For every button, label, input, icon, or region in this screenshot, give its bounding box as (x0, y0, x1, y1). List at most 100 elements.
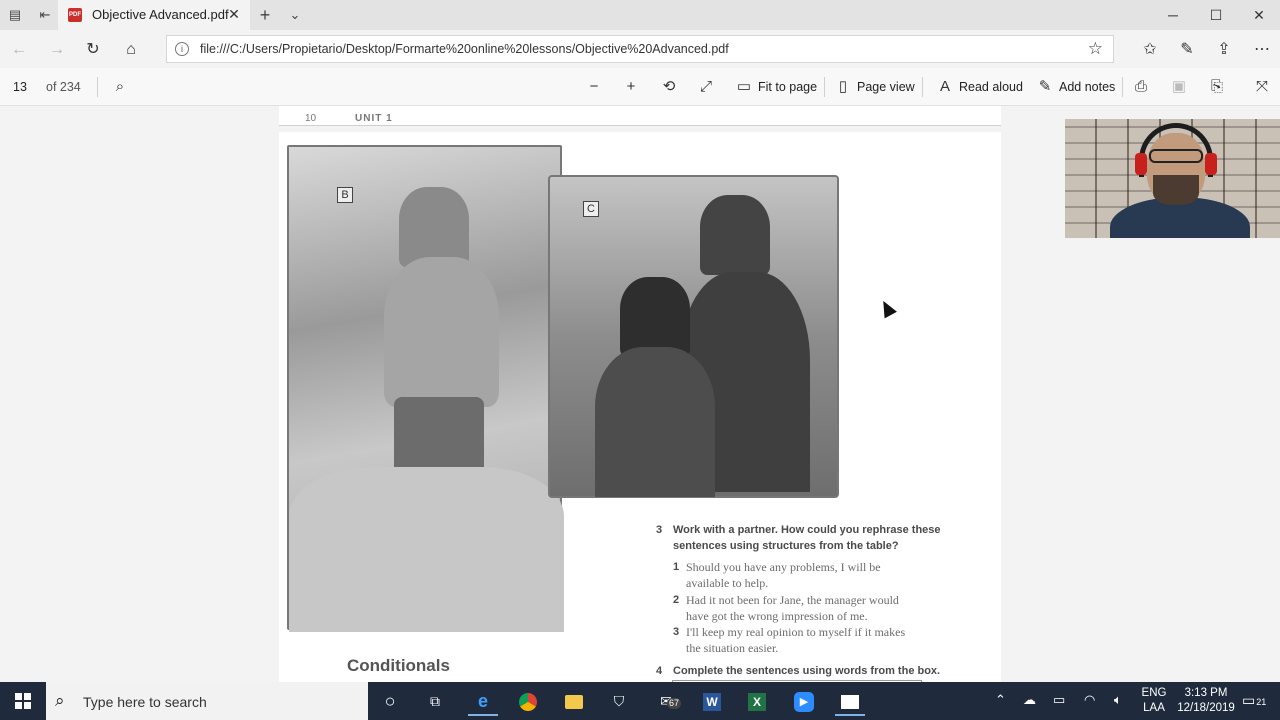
edge-icon[interactable]: e (468, 686, 498, 716)
chevron-down-icon[interactable]: ⌄ (286, 6, 304, 24)
page-number: 10 (305, 113, 317, 124)
back-icon[interactable]: ← (8, 39, 30, 61)
headset-earcup (1205, 153, 1217, 175)
close-tab-icon[interactable]: ✕ (226, 6, 242, 22)
minimize-button[interactable]: ─ (1163, 5, 1183, 25)
home-icon[interactable]: ⌂ (120, 39, 142, 61)
pdf-toolbar: 13 of 234 ⌕ − + ⟲ ⤢ ▭ Fit to page ▯ Page… (0, 68, 1280, 106)
exercise-4-heading: Complete the sentences using words from … (673, 665, 941, 677)
exercise-3-heading-line2: sentences using structures from the tabl… (673, 540, 899, 552)
pdf-icon: PDF (68, 8, 82, 22)
pin-toolbar-icon[interactable]: ⤧ (1252, 77, 1272, 97)
woman-left-body (595, 347, 715, 497)
fit-to-page-icon[interactable]: ▭ (734, 77, 754, 97)
add-notes-icon[interactable]: ✎ (1035, 77, 1055, 97)
exercise-3-number: 3 (656, 524, 663, 536)
navigation-bar: ← → ↻ ⌂ i file:///C:/Users/Propietario/D… (0, 30, 1280, 68)
zoom-in-icon[interactable]: + (621, 77, 641, 97)
webcam-overlay (1065, 119, 1280, 238)
pdf-page: B C 3 Work with a partner. How could you… (279, 132, 1001, 682)
forward-icon[interactable]: → (46, 39, 68, 61)
photos-icon[interactable] (835, 686, 865, 716)
item-number: 1 (673, 561, 680, 573)
search-icon: ⌕ (55, 691, 65, 710)
taskbar: ⌕ Type here to search ○ ⧉ e ⛉ ✉ 67 W X ▶ … (0, 682, 1280, 720)
battery-icon[interactable]: ▭ (1053, 692, 1065, 708)
running-head: UNIT 1 (355, 113, 393, 124)
read-aloud-icon[interactable]: A (935, 77, 955, 97)
two-women-photo: C (548, 175, 839, 498)
new-tab-icon[interactable]: + (256, 6, 274, 24)
set-aside-tabs-icon[interactable]: ⇤ (36, 6, 54, 24)
item-number: 2 (673, 594, 680, 606)
page-number-input[interactable]: 13 (8, 76, 36, 98)
tab-actions-icon[interactable]: ▤ (6, 6, 24, 24)
clock[interactable]: 3:13 PM 12/18/2019 (1170, 686, 1242, 716)
toolbar-divider (1122, 77, 1123, 97)
start-button[interactable] (0, 682, 46, 720)
add-notes-button[interactable]: Add notes (1059, 80, 1115, 94)
search-placeholder: Type here to search (83, 694, 207, 710)
word-icon[interactable]: W (697, 686, 727, 716)
item-text: have got the wrong impression of me. (686, 609, 868, 623)
info-icon[interactable]: i (175, 42, 189, 56)
page-view-button[interactable]: Page view (857, 80, 915, 94)
rock-ledge (289, 467, 564, 632)
item-text: the situation easier. (686, 641, 779, 655)
woman-left-head (620, 277, 690, 357)
fit-to-page-button[interactable]: Fit to page (758, 80, 817, 94)
climber-body (384, 257, 499, 407)
language-line2: LAA (1143, 702, 1165, 714)
print-icon[interactable]: ⎙ (1131, 77, 1151, 97)
wifi-icon[interactable]: ◠ (1084, 692, 1095, 708)
mail-badge: 67 (667, 698, 682, 709)
cortana-icon[interactable]: ○ (375, 686, 405, 716)
save-as-icon[interactable]: ⎘ (1207, 77, 1227, 97)
zoom-icon[interactable]: ▶ (789, 686, 819, 716)
volume-icon[interactable]: 🔈︎ (1114, 692, 1122, 708)
tab-objective-advanced[interactable]: PDF Objective Advanced.pdf ✕ (58, 0, 250, 30)
toolbar-divider (824, 77, 825, 97)
address-bar[interactable]: i file:///C:/Users/Propietario/Desktop/F… (166, 35, 1114, 63)
language-indicator[interactable]: ENG LAA (1139, 686, 1169, 716)
share-icon[interactable]: ⇪ (1213, 39, 1235, 61)
notification-count: 21 (1256, 697, 1267, 707)
windows-logo-icon (15, 693, 31, 709)
action-center-icon[interactable]: ▭21 (1242, 692, 1266, 709)
store-icon[interactable]: ⛉ (604, 686, 634, 716)
address-url[interactable]: file:///C:/Users/Propietario/Desktop/For… (200, 42, 729, 56)
close-window-button[interactable]: ✕ (1249, 5, 1269, 25)
favorites-icon[interactable]: ✩ (1139, 39, 1161, 61)
climber-photo: B (287, 145, 564, 632)
more-options-icon[interactable]: ⋯ (1251, 39, 1273, 61)
language-line1: ENG (1141, 687, 1167, 699)
zoom-out-icon[interactable]: − (584, 77, 604, 97)
refresh-icon[interactable]: ↻ (82, 39, 104, 61)
favorite-star-icon[interactable]: ☆ (1088, 39, 1103, 59)
mail-icon[interactable]: ✉ 67 (651, 686, 682, 716)
onedrive-icon[interactable]: ☁ (1023, 692, 1036, 708)
item-text: I'll keep my real opinion to myself if i… (686, 625, 906, 639)
chrome-icon[interactable] (513, 686, 543, 716)
rotate-icon[interactable]: ⟲ (659, 77, 679, 97)
page-view-icon[interactable]: ▯ (833, 77, 853, 97)
task-view-icon[interactable]: ⧉ (420, 686, 450, 716)
item-text: available to help. (686, 576, 769, 590)
exercise-3-heading-line1: Work with a partner. How could you rephr… (673, 524, 941, 536)
photo-tag-c: C (583, 201, 599, 217)
presenter-beard (1153, 175, 1199, 205)
clock-time: 3:13 PM (1184, 687, 1228, 699)
climber-head (399, 187, 469, 267)
item-text: Should you have any problems, I will be (686, 560, 881, 574)
maximize-button[interactable]: ☐ (1206, 5, 1226, 25)
search-icon[interactable]: ⌕ (110, 77, 130, 97)
read-aloud-button[interactable]: Read aloud (959, 80, 1023, 94)
file-explorer-icon[interactable] (559, 686, 589, 716)
save-icon[interactable]: ▣ (1169, 77, 1189, 97)
fullscreen-icon[interactable]: ⤢ (696, 77, 716, 97)
page-count: of 234 (46, 80, 81, 94)
web-notes-pen-icon[interactable]: ✎ (1176, 39, 1198, 61)
chevron-up-icon[interactable]: ⌃ (995, 692, 1006, 708)
excel-icon[interactable]: X (742, 686, 772, 716)
taskbar-search[interactable]: ⌕ Type here to search (46, 682, 368, 720)
